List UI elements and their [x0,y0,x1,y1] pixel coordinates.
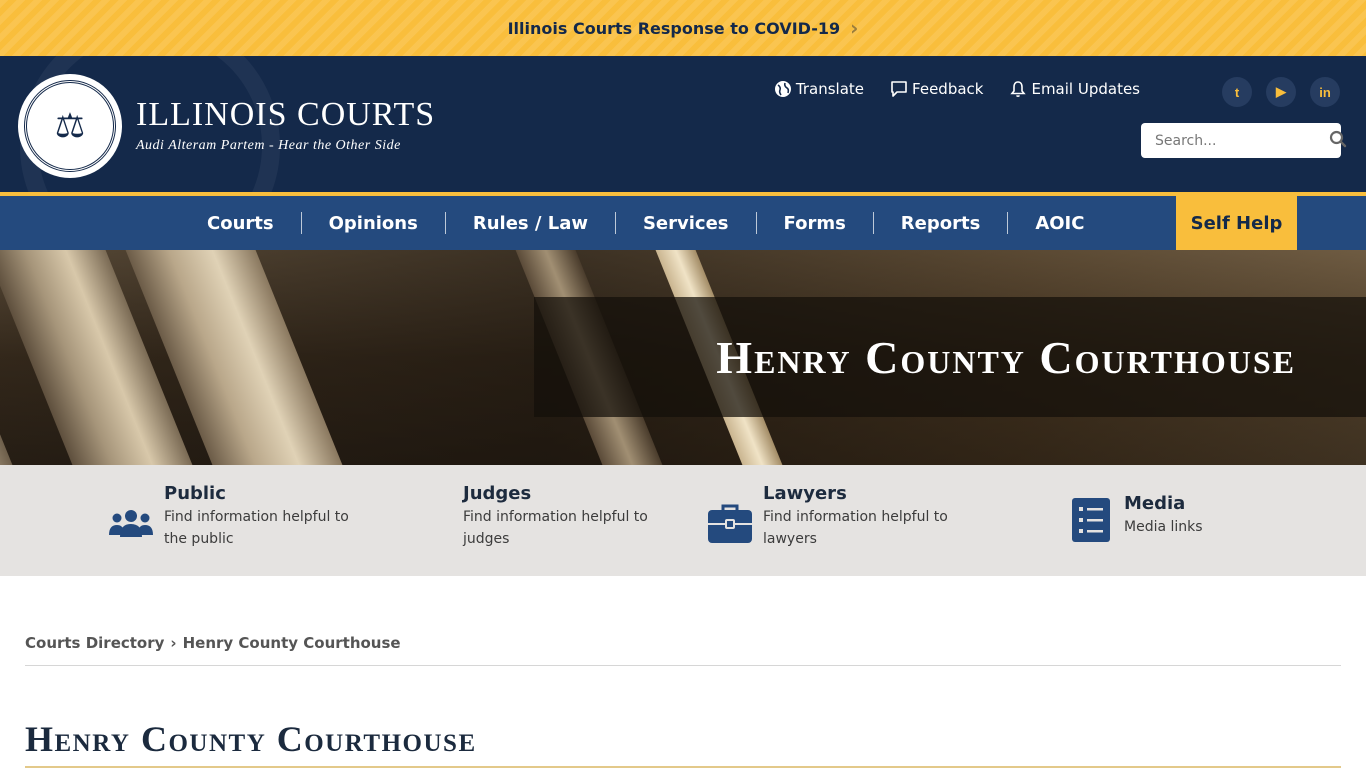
nav-item-reports[interactable]: Reports [872,212,1008,234]
breadcrumb-current: Henry County Courthouse [182,634,401,652]
site-title: Illinois Courts [136,96,436,133]
audience-media-title: Media [1124,493,1186,514]
nav-item-services[interactable]: Services [614,212,756,234]
nav-item-rules-law[interactable]: Rules / Law [444,212,615,234]
social-links: t ▶ in [1222,77,1340,107]
audience-judges-text: Judges Find information helpful to judge… [463,483,663,550]
nav-item-forms[interactable]: Forms [755,212,873,234]
audience-bar: Public Find information helpful to the p… [0,465,1366,576]
audience-media-text: Media Media links [1124,493,1203,543]
audience-lawyers-text: Lawyers Find information helpful to lawy… [763,483,963,550]
speech-bubble-icon [890,80,908,98]
hero-title: Henry County Courthouse [716,331,1296,383]
list-icon [1068,497,1114,543]
audience-judges-title: Judges [463,483,532,504]
search-input[interactable] [1155,132,1329,149]
chevron-right-icon: › [850,16,859,40]
youtube-icon[interactable]: ▶ [1266,77,1296,107]
translate-label: Translate [795,80,865,98]
bell-icon [1009,80,1027,98]
users-icon [108,501,154,547]
linkedin-icon[interactable]: in [1310,77,1340,107]
covid-alert-link[interactable]: Illinois Courts Response to COVID-19 › [508,16,859,40]
covid-alert-text: Illinois Courts Response to COVID-19 [507,18,841,38]
translate-link[interactable]: Translate [774,80,864,98]
breadcrumb: Courts Directory › Henry County Courthou… [25,634,1341,666]
audience-public[interactable]: Public Find information helpful to the p… [108,483,364,550]
search-icon[interactable] [1329,130,1347,152]
page-title: Henry County Courthouse [25,718,1341,768]
audience-public-text: Public Find information helpful to the p… [164,483,364,550]
main-nav-items: Courts Opinions Rules / Law Services For… [180,196,1111,250]
seal-emblem: ⚖ [24,80,116,172]
covid-alert-banner: Illinois Courts Response to COVID-19 › [0,0,1366,56]
site-header: ⚖ Illinois Courts Audi Alteram Partem - … [0,56,1366,192]
hero-banner: Henry County Courthouse [0,250,1366,465]
supreme-court-seal-icon: ⚖ [18,74,122,178]
feedback-link[interactable]: Feedback [890,80,983,98]
audience-media[interactable]: Media Media links [1068,493,1203,543]
nav-item-courts[interactable]: Courts [180,212,301,234]
hero-title-box: Henry County Courthouse [534,297,1366,417]
email-updates-link[interactable]: Email Updates [1009,80,1140,98]
site-tagline: Audi Alteram Partem - Hear the Other Sid… [136,138,401,153]
audience-lawyers-desc: Find information helpful to lawyers [763,509,948,547]
chevron-right-icon: › [170,634,177,652]
audience-media-desc: Media links [1124,519,1203,535]
judges-icon [407,501,453,547]
breadcrumb-courts-directory[interactable]: Courts Directory [25,634,164,652]
email-updates-label: Email Updates [1031,80,1140,98]
nav-item-aoic[interactable]: AOIC [1007,212,1111,234]
self-help-button[interactable]: Self Help [1176,196,1297,250]
utility-links: Translate Feedback Email Updates [774,80,1140,98]
audience-public-desc: Find information helpful to the public [164,509,349,547]
feedback-label: Feedback [912,80,984,98]
audience-judges[interactable]: Judges Find information helpful to judge… [407,483,663,550]
twitter-icon[interactable]: t [1222,77,1252,107]
site-logo[interactable]: ⚖ Illinois Courts Audi Alteram Partem - … [18,74,435,178]
audience-lawyers[interactable]: Lawyers Find information helpful to lawy… [707,483,963,550]
briefcase-icon [707,501,753,547]
search-box [1141,123,1347,158]
audience-public-title: Public [164,483,226,504]
logo-text: Illinois Courts Audi Alteram Partem - He… [136,98,435,154]
nav-item-opinions[interactable]: Opinions [300,212,445,234]
main-nav: Courts Opinions Rules / Law Services For… [0,196,1366,250]
audience-judges-desc: Find information helpful to judges [463,509,648,547]
globe-icon [774,80,792,98]
audience-lawyers-title: Lawyers [763,483,847,504]
